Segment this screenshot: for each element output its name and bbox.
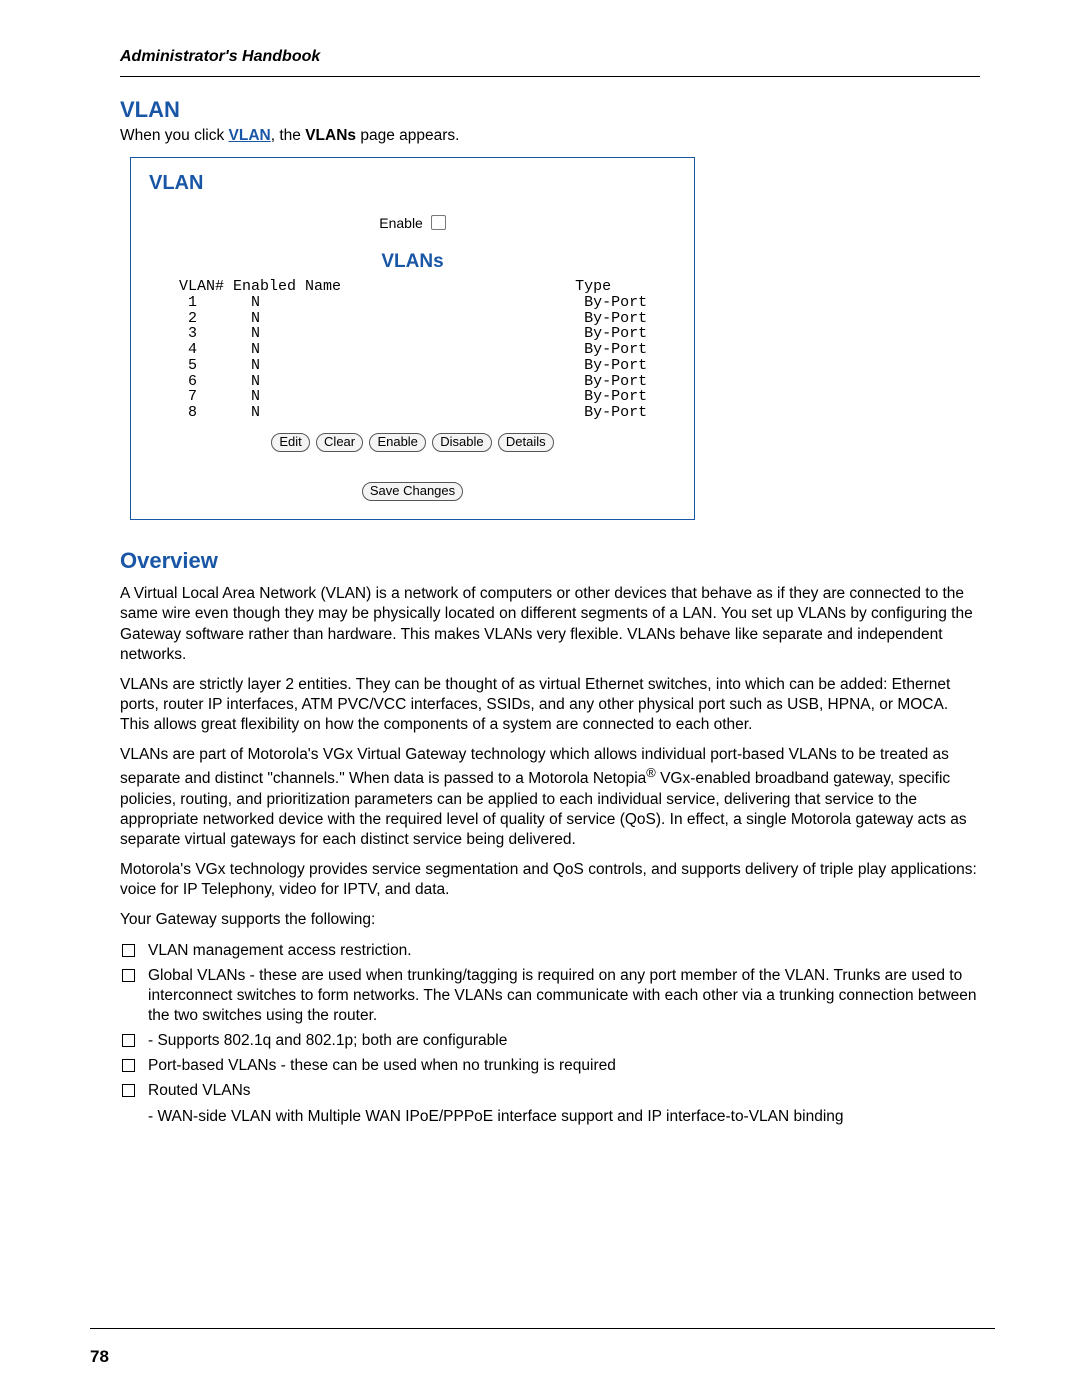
paragraph-1: A Virtual Local Area Network (VLAN) is a… — [120, 584, 980, 665]
paragraph-4: Motorola's VGx technology provides servi… — [120, 860, 980, 900]
disable-button[interactable]: Disable — [432, 433, 491, 452]
panel-title: VLAN — [149, 172, 676, 195]
list-item: Routed VLANs — [120, 1081, 980, 1101]
section-title-overview: Overview — [120, 548, 980, 574]
list-item: Port-based VLANs - these can be used whe… — [120, 1056, 980, 1076]
save-button[interactable]: Save Changes — [362, 482, 463, 501]
action-button-row: Edit Clear Enable Disable Details — [149, 433, 676, 452]
enable-label: Enable — [379, 215, 423, 231]
intro-mid: , the — [271, 127, 305, 144]
footer-rule — [90, 1328, 995, 1329]
vlan-config-panel: VLAN Enable VLANs VLAN# Enabled Name Typ… — [130, 157, 695, 520]
feature-list: VLAN management access restriction. Globa… — [120, 941, 980, 1102]
registered-symbol: ® — [646, 765, 656, 780]
running-header: Administrator's Handbook — [120, 48, 980, 66]
vlan-link[interactable]: VLAN — [229, 127, 271, 144]
intro-suffix: page appears. — [356, 127, 459, 144]
page-number: 78 — [90, 1347, 109, 1367]
section-title-vlan: VLAN — [120, 97, 980, 123]
edit-button[interactable]: Edit — [271, 433, 309, 452]
details-button[interactable]: Details — [498, 433, 554, 452]
intro-bold: VLANs — [305, 127, 356, 144]
paragraph-3: VLANs are part of Motorola's VGx Virtual… — [120, 745, 980, 850]
enable-button[interactable]: Enable — [369, 433, 425, 452]
list-item: VLAN management access restriction. — [120, 941, 980, 961]
enable-row: Enable — [149, 215, 676, 231]
table-section-title: VLANs — [149, 251, 676, 273]
vlan-table-body: 1 N By-Port 2 N By-Port 3 N By-Port 4 N — [179, 295, 646, 421]
enable-checkbox[interactable] — [431, 215, 446, 230]
vlan-table-head: VLAN# Enabled Name Type — [179, 279, 646, 295]
list-item: Global VLANs - these are used when trunk… — [120, 966, 980, 1026]
paragraph-5: Your Gateway supports the following: — [120, 910, 980, 930]
paragraph-2: VLANs are strictly layer 2 entities. The… — [120, 675, 980, 735]
save-row: Save Changes — [149, 482, 676, 501]
intro-line: When you click VLAN, the VLANs page appe… — [120, 127, 980, 145]
intro-prefix: When you click — [120, 127, 229, 144]
list-item: - Supports 802.1q and 802.1p; both are c… — [120, 1031, 980, 1051]
header-rule — [120, 76, 980, 77]
sub-bullet: - WAN-side VLAN with Multiple WAN IPoE/P… — [148, 1107, 980, 1127]
body-text: A Virtual Local Area Network (VLAN) is a… — [120, 584, 980, 930]
clear-button[interactable]: Clear — [316, 433, 363, 452]
vlan-table: VLAN# Enabled Name Type 1 N By-Port 2 N … — [179, 279, 646, 421]
